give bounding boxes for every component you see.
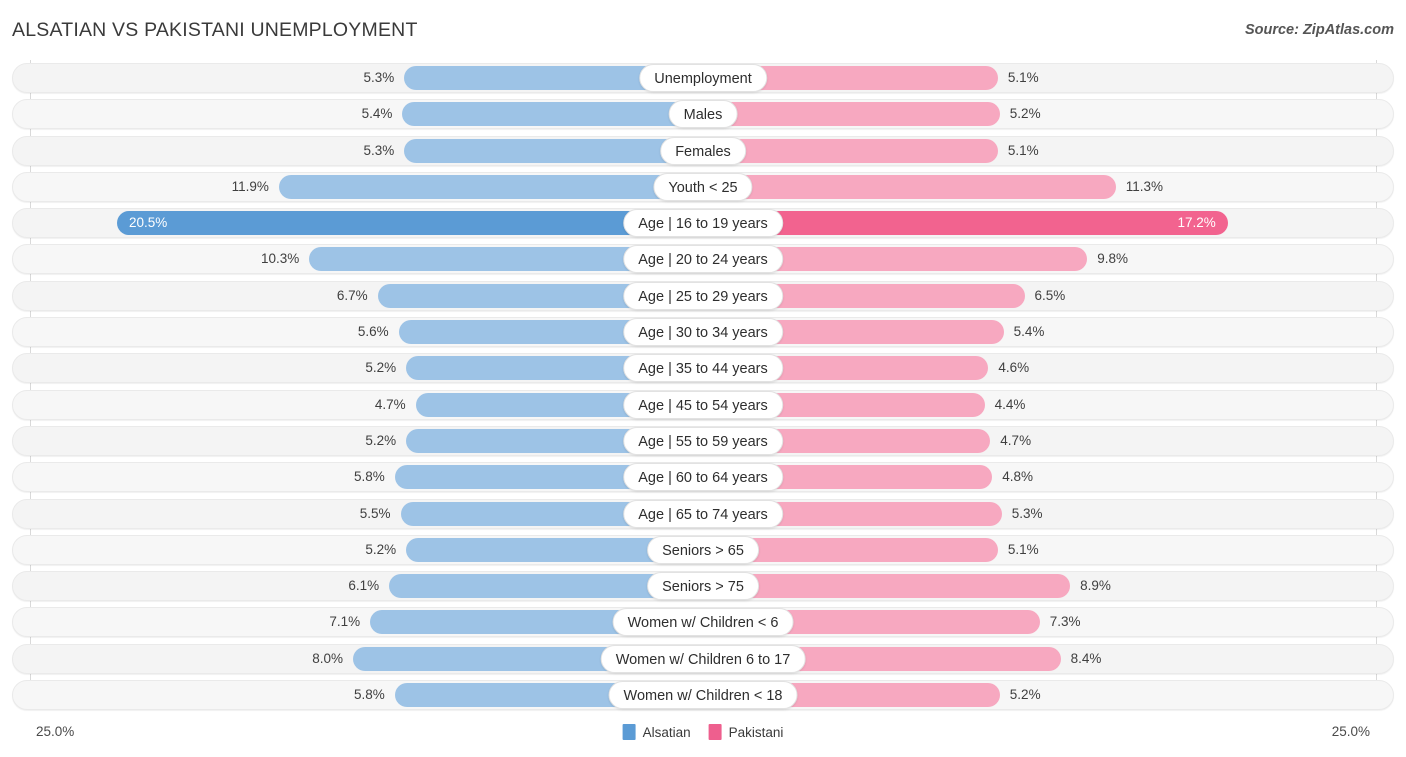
page-title: ALSATIAN VS PAKISTANI UNEMPLOYMENT — [12, 19, 418, 41]
category-label[interactable]: Women w/ Children 6 to 17 — [600, 644, 806, 673]
value-label-pakistani: 5.1% — [1007, 70, 1039, 85]
bar-alsatian — [278, 174, 703, 199]
value-label-pakistani: 5.2% — [1009, 106, 1041, 122]
value-label-alsatian: 5.2% — [365, 360, 397, 376]
value-label-alsatian: 5.8% — [354, 687, 385, 703]
value-label-pakistani: 9.8% — [1097, 251, 1128, 267]
value-label-alsatian: 5.5% — [359, 505, 391, 521]
value-label-alsatian: 11.9% — [231, 178, 269, 194]
category-label[interactable]: Females — [660, 136, 746, 165]
value-label-alsatian: 20.5% — [129, 215, 168, 231]
value-label-alsatian: 5.4% — [361, 106, 393, 122]
bar-pakistani — [703, 138, 998, 163]
value-label-pakistani: 5.2% — [1009, 687, 1041, 703]
legend-label: Pakistani — [728, 724, 784, 740]
value-label-pakistani: 17.2% — [1177, 215, 1216, 231]
table-row[interactable]: 6.7% 6.5% Age | 25 to 29 years — [0, 280, 1406, 311]
value-label-alsatian: 6.7% — [336, 287, 368, 303]
category-label[interactable]: Women w/ Children < 18 — [608, 681, 798, 710]
table-row[interactable]: 5.8% 4.8% Age | 60 to 64 years — [0, 462, 1406, 493]
value-label-alsatian: 5.8% — [354, 469, 385, 485]
bar-pakistani — [703, 102, 1000, 127]
bar-alsatian — [117, 211, 703, 236]
table-row[interactable]: 20.5% 17.2% Age | 16 to 19 years — [0, 208, 1406, 239]
value-label-alsatian: 5.2% — [365, 541, 397, 557]
category-label[interactable]: Unemployment — [639, 64, 767, 92]
source-attribution: Source: ZipAtlas.com — [1244, 22, 1394, 38]
table-row[interactable]: 7.1% 7.3% Women w/ Children < 6 — [0, 607, 1406, 638]
value-label-pakistani: 6.5% — [1034, 287, 1066, 303]
value-label-pakistani: 8.9% — [1080, 578, 1111, 594]
value-label-alsatian: 5.2% — [365, 432, 397, 448]
legend-swatch-icon — [622, 724, 636, 740]
table-row[interactable]: 11.9% 11.3% Youth < 25 — [0, 171, 1406, 202]
table-row[interactable]: 5.5% 5.3% Age | 65 to 74 years — [0, 498, 1406, 529]
table-row[interactable]: 5.2% 4.6% Age | 35 to 44 years — [0, 353, 1406, 384]
plot-area: 5.3% 5.1% Unemployment 5.4% 5.2% Males 5.3% 5.1… — [0, 60, 1406, 719]
legend-label: Alsatian — [642, 724, 691, 740]
value-label-pakistani: 4.4% — [994, 396, 1026, 412]
value-label-alsatian: 8.0% — [312, 650, 343, 666]
value-label-pakistani: 5.4% — [1013, 324, 1045, 340]
value-label-pakistani: 4.8% — [1002, 469, 1033, 485]
bar-rows: 5.3% 5.1% Unemployment 5.4% 5.2% Males 5.3% 5.1… — [0, 63, 1406, 716]
chart-legend: Alsatian Pakistani — [622, 724, 784, 740]
value-label-alsatian: 5.3% — [363, 70, 395, 85]
value-label-alsatian: 10.3% — [261, 251, 300, 267]
chart-root: ALSATIAN VS PAKISTANI UNEMPLOYMENT Sourc… — [0, 0, 1406, 757]
table-row[interactable]: 5.2% 4.7% Age | 55 to 59 years — [0, 425, 1406, 456]
value-label-pakistani: 5.3% — [1011, 505, 1043, 521]
value-label-alsatian: 6.1% — [348, 578, 380, 594]
table-row[interactable]: 4.7% 4.4% Age | 45 to 54 years — [0, 389, 1406, 420]
bar-alsatian — [402, 102, 703, 127]
table-row[interactable]: 5.6% 5.4% Age | 30 to 34 years — [0, 317, 1406, 348]
value-label-pakistani: 11.3% — [1125, 178, 1163, 194]
table-row[interactable]: 10.3% 9.8% Age | 20 to 24 years — [0, 244, 1406, 275]
category-label[interactable]: Age | 20 to 24 years — [623, 245, 783, 274]
category-label[interactable]: Age | 35 to 44 years — [623, 354, 783, 383]
value-label-alsatian: 4.7% — [374, 396, 406, 412]
category-label[interactable]: Age | 30 to 34 years — [623, 318, 783, 347]
table-row[interactable]: 5.4% 5.2% Males — [0, 99, 1406, 130]
table-row[interactable]: 8.0% 8.4% Women w/ Children 6 to 17 — [0, 643, 1406, 674]
category-label[interactable]: Women w/ Children < 6 — [612, 608, 794, 637]
value-label-pakistani: 5.1% — [1007, 142, 1039, 158]
chart-footer: 25.0% 25.0% Alsatian Pakistani — [0, 719, 1406, 757]
bar-alsatian — [404, 138, 703, 163]
table-row[interactable]: 5.2% 5.1% Seniors > 65 — [0, 534, 1406, 565]
category-label[interactable]: Age | 45 to 54 years — [623, 390, 783, 419]
value-label-pakistani: 5.1% — [1007, 541, 1039, 557]
axis-max-label: 25.0% — [1331, 724, 1370, 739]
axis-min-label: 25.0% — [36, 724, 75, 739]
value-label-pakistani: 4.6% — [998, 360, 1030, 376]
value-label-pakistani: 4.7% — [1000, 432, 1032, 448]
value-label-alsatian: 7.1% — [329, 614, 361, 630]
value-label-alsatian: 5.6% — [357, 324, 389, 340]
legend-item[interactable]: Pakistani — [708, 724, 784, 740]
legend-item[interactable]: Alsatian — [622, 724, 691, 740]
table-row[interactable]: 5.3% 5.1% Unemployment — [0, 63, 1406, 93]
category-label[interactable]: Age | 16 to 19 years — [623, 209, 783, 238]
category-label[interactable]: Age | 25 to 29 years — [623, 281, 783, 310]
table-row[interactable]: 5.3% 5.1% Females — [0, 135, 1406, 166]
category-label[interactable]: Seniors > 65 — [647, 535, 759, 564]
value-label-pakistani: 8.4% — [1070, 650, 1102, 666]
value-label-alsatian: 5.3% — [363, 142, 395, 158]
category-label[interactable]: Age | 60 to 64 years — [623, 463, 783, 492]
value-label-pakistani: 7.3% — [1049, 614, 1081, 630]
category-label[interactable]: Males — [668, 100, 738, 129]
table-row[interactable]: 5.8% 5.2% Women w/ Children < 18 — [0, 680, 1406, 711]
table-row[interactable]: 6.1% 8.9% Seniors > 75 — [0, 571, 1406, 602]
category-label[interactable]: Age | 55 to 59 years — [623, 426, 783, 455]
legend-swatch-icon — [708, 724, 722, 740]
category-label[interactable]: Seniors > 75 — [647, 572, 759, 601]
bar-pakistani — [703, 174, 1116, 199]
category-label[interactable]: Youth < 25 — [653, 172, 753, 201]
category-label[interactable]: Age | 65 to 74 years — [623, 499, 783, 528]
